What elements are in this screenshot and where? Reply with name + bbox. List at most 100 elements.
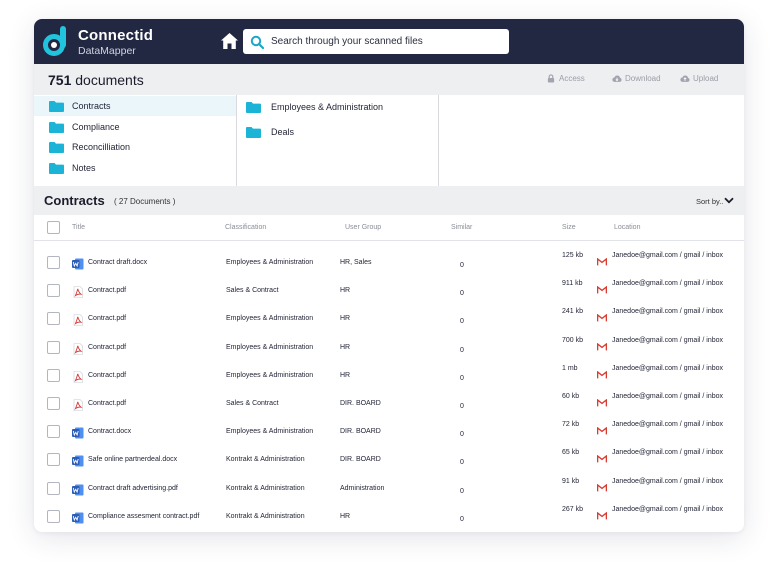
row-similar: 0: [460, 403, 464, 410]
row-location: Janedoe@gmail.com / gmail / inbox: [612, 364, 723, 372]
row-title[interactable]: Contract.pdf: [88, 315, 126, 322]
row-title[interactable]: Contract draft.docx: [88, 259, 147, 266]
column-header-user-group[interactable]: User Group: [345, 224, 381, 231]
folder-label: Contracts: [72, 101, 111, 111]
column-header-location[interactable]: Location: [614, 224, 640, 231]
row-checkbox[interactable]: [47, 481, 60, 495]
row-size: 72 kb: [562, 421, 580, 429]
row-checkbox[interactable]: [47, 312, 60, 326]
row-classification: Employees & Administration: [226, 259, 314, 266]
table-row[interactable]: Contract.pdf Sales & Contract DIR. BOARD 0 6…: [34, 390, 744, 418]
gmail-icon: [596, 422, 608, 435]
row-title[interactable]: Compliance assesment contract.pdf: [88, 513, 199, 520]
chevron-down-icon[interactable]: [724, 197, 734, 204]
table-row[interactable]: Contract.pdf Employees & Administration HR…: [34, 334, 744, 362]
folder-label: Notes: [72, 163, 96, 173]
row-classification: Employees & Administration: [226, 343, 314, 351]
search-bar[interactable]: [243, 29, 509, 54]
row-title[interactable]: Contract.pdf: [88, 287, 126, 294]
table-row[interactable]: Contract.pdf Employees & Administration HR…: [34, 362, 744, 390]
word-file-icon: [72, 454, 84, 467]
sort-by-button[interactable]: Sort by..: [696, 197, 723, 206]
row-location: Janedoe@gmail.com / gmail / inbox: [612, 449, 723, 457]
table-row[interactable]: Compliance assesment contract.pdf Kontrak…: [34, 503, 744, 531]
row-classification: Employees & Administration: [226, 371, 314, 379]
top-header: Connectid DataMapper: [34, 19, 744, 64]
folder-employees-administration[interactable]: Employees & Administration: [237, 97, 437, 117]
row-similar: 0: [460, 290, 464, 298]
row-similar: 0: [460, 459, 464, 467]
home-icon[interactable]: [220, 32, 239, 50]
gmail-icon: [596, 309, 608, 322]
upload-button[interactable]: Upload: [680, 74, 718, 83]
table-row[interactable]: Safe online partnerdeal.docx Kontrakt & A…: [34, 446, 744, 474]
table-row[interactable]: Contract draft advertising.pdf Kontrakt &…: [34, 475, 744, 503]
column-header-classification[interactable]: Classification: [225, 224, 266, 231]
column-header-size[interactable]: Size: [562, 224, 576, 231]
row-location: Janedoe@gmail.com / gmail / inbox: [612, 421, 723, 429]
row-title[interactable]: Contract.pdf: [88, 372, 126, 379]
brand-subtitle: DataMapper: [78, 45, 136, 57]
pdf-file-icon: [72, 370, 84, 383]
row-similar: 0: [460, 515, 464, 523]
connectid-logo-icon: [43, 26, 66, 56]
column-header-similar[interactable]: Similar: [451, 224, 472, 231]
word-file-icon: [72, 511, 84, 524]
document-count-number: 751: [48, 72, 72, 88]
row-title[interactable]: Contract.pdf: [88, 344, 126, 351]
folder-browser: Contracts Compliance Reconcilliation Not…: [34, 95, 744, 186]
row-location: Janedoe@gmail.com / gmail / inbox: [612, 336, 723, 344]
select-all-checkbox[interactable]: [47, 221, 60, 234]
row-user-group: DIR. BOARD: [340, 456, 381, 464]
brand-name: Connectid: [78, 27, 154, 44]
folder-icon: [246, 126, 261, 138]
row-user-group: HR, Sales: [340, 259, 372, 266]
search-input[interactable]: [271, 36, 501, 47]
row-location: Janedoe@gmail.com / gmail / inbox: [612, 280, 723, 288]
folder-contracts[interactable]: Contracts: [34, 96, 236, 116]
folder-icon: [49, 162, 64, 174]
row-title[interactable]: Safe online partnerdeal.docx: [88, 456, 177, 463]
row-location: Janedoe@gmail.com / gmail / inbox: [612, 505, 723, 513]
table-row[interactable]: Contract draft.docx Employees & Administr…: [34, 249, 744, 277]
row-checkbox[interactable]: [47, 509, 60, 523]
row-size: 911 kb: [562, 280, 583, 288]
gmail-icon: [596, 253, 608, 266]
row-checkbox[interactable]: [47, 256, 60, 269]
word-file-icon: [72, 483, 84, 496]
row-similar: 0: [460, 262, 464, 269]
folder-reconcilliation[interactable]: Reconcilliation: [34, 137, 236, 157]
section-title: Contracts: [44, 193, 105, 208]
table-row[interactable]: Contract.docx Employees & Administration D…: [34, 418, 744, 446]
section-document-count: ( 27 Documents ): [114, 197, 176, 206]
folder-deals[interactable]: Deals: [237, 122, 437, 142]
row-classification: Kontrakt & Administration: [226, 456, 305, 464]
access-button[interactable]: Access: [546, 74, 585, 83]
folder-notes[interactable]: Notes: [34, 158, 236, 178]
pdf-file-icon: [72, 285, 84, 298]
row-title[interactable]: Contract.docx: [88, 428, 131, 435]
folder-label: Compliance: [72, 122, 120, 132]
download-button[interactable]: Download: [612, 74, 661, 83]
row-location: Janedoe@gmail.com / gmail / inbox: [612, 477, 723, 485]
table-row[interactable]: Contract.pdf Sales & Contract HR 0 911 kb Jan…: [34, 277, 744, 305]
row-location: Janedoe@gmail.com / gmail / inbox: [612, 393, 723, 400]
search-icon: [250, 35, 264, 49]
column-header-title[interactable]: Title: [72, 224, 85, 231]
column-divider: [438, 95, 439, 186]
row-classification: Sales & Contract: [226, 400, 279, 407]
row-title[interactable]: Contract draft advertising.pdf: [88, 485, 178, 492]
table-row[interactable]: Contract.pdf Employees & Administration HR…: [34, 305, 744, 333]
row-title[interactable]: Contract.pdf: [88, 400, 126, 407]
row-size: 241 kb: [562, 308, 584, 316]
row-checkbox[interactable]: [47, 284, 60, 298]
row-checkbox[interactable]: [47, 340, 60, 354]
row-checkbox[interactable]: [47, 368, 60, 382]
row-checkbox[interactable]: [47, 397, 60, 410]
gmail-icon: [596, 366, 608, 379]
folder-compliance[interactable]: Compliance: [34, 117, 236, 137]
row-checkbox[interactable]: [47, 453, 60, 467]
cloud-upload-icon: [680, 75, 690, 82]
row-location: Janedoe@gmail.com / gmail / inbox: [612, 308, 723, 316]
row-checkbox[interactable]: [47, 425, 60, 439]
